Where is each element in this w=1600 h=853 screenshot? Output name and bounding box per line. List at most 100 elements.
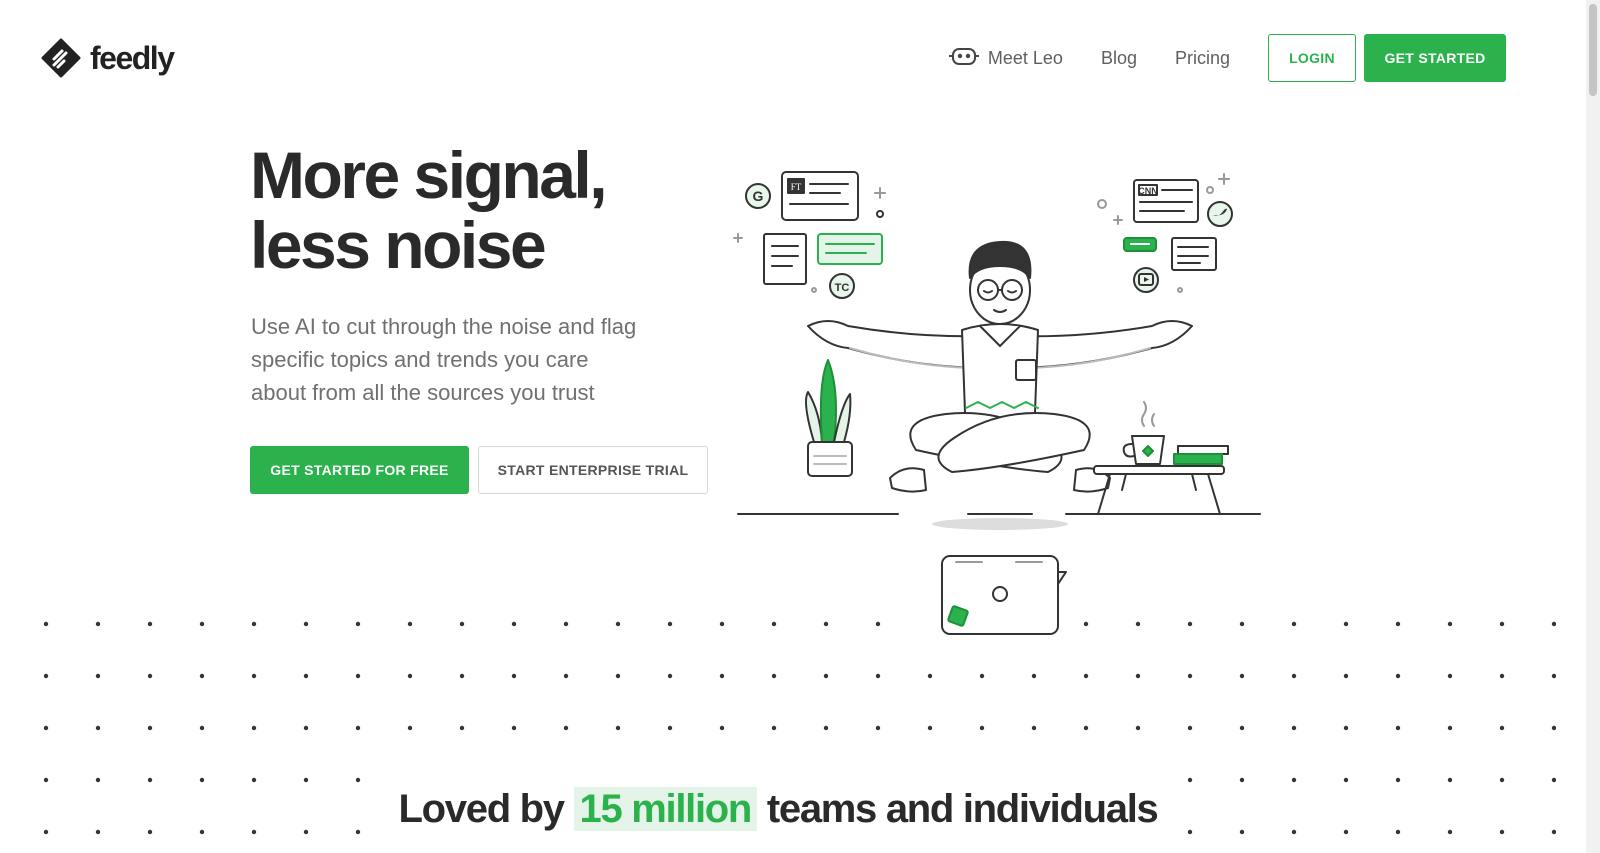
hero-subtitle-line-3: about from all the sources you trust xyxy=(251,380,595,405)
page-scrollbar[interactable] xyxy=(1586,0,1600,853)
background-dot xyxy=(1291,725,1297,731)
get-started-button[interactable]: GET STARTED xyxy=(1364,34,1506,82)
background-dot xyxy=(719,621,725,627)
background-dot xyxy=(1031,725,1037,731)
login-button[interactable]: LOGIN xyxy=(1268,34,1356,82)
svg-text:TC: TC xyxy=(835,282,850,294)
meditating-reader-illustration: G FT TC CNN xyxy=(733,171,1261,635)
hero-title: More signal, less noise xyxy=(250,140,608,280)
background-dot xyxy=(95,777,101,783)
background-dot xyxy=(1395,673,1401,679)
background-dot xyxy=(667,673,673,679)
background-dot xyxy=(1187,725,1193,731)
scrollbar-thumb[interactable] xyxy=(1589,4,1597,96)
nav-meet-leo[interactable]: Meet Leo xyxy=(948,45,1063,72)
background-dot xyxy=(667,725,673,731)
background-dot xyxy=(1187,621,1193,627)
green-tag xyxy=(1123,237,1157,252)
background-dot xyxy=(199,621,205,627)
background-dot xyxy=(355,777,361,783)
background-dot xyxy=(511,673,517,679)
start-enterprise-trial-button[interactable]: START ENTERPRISE TRIAL xyxy=(478,446,708,494)
background-dot xyxy=(1343,673,1349,679)
background-dot xyxy=(823,673,829,679)
background-dot xyxy=(147,777,153,783)
background-dot xyxy=(95,621,101,627)
background-dot xyxy=(1239,725,1245,731)
background-dot xyxy=(615,621,621,627)
background-dot xyxy=(199,725,205,731)
background-dot xyxy=(251,777,257,783)
background-dot xyxy=(979,673,985,679)
background-dot xyxy=(615,725,621,731)
background-dot xyxy=(1551,725,1556,731)
background-dot xyxy=(1031,673,1037,679)
background-dot xyxy=(1551,777,1556,783)
background-dot xyxy=(1135,621,1141,627)
background-dot xyxy=(303,673,309,679)
background-dot xyxy=(1395,621,1401,627)
nav-pricing[interactable]: Pricing xyxy=(1175,48,1230,69)
background-dot xyxy=(1395,725,1401,731)
background-dot xyxy=(1135,725,1141,731)
background-dot xyxy=(511,621,517,627)
techcrunch-icon: TC xyxy=(829,273,855,299)
background-dot xyxy=(875,621,881,627)
top-nav: Meet Leo Blog Pricing LOGIN GET STARTED xyxy=(948,34,1506,82)
background-dot xyxy=(1135,673,1141,679)
background-dot xyxy=(303,725,309,731)
google-icon: G xyxy=(745,183,771,209)
ft-article-card: FT xyxy=(781,171,859,221)
background-dot xyxy=(1551,621,1556,627)
background-dot xyxy=(147,725,153,731)
background-dot xyxy=(1499,725,1505,731)
feedly-logo-icon xyxy=(41,38,81,78)
social-proof-prefix: Loved by xyxy=(398,787,565,831)
background-dot xyxy=(43,725,49,731)
background-dot xyxy=(95,725,101,731)
background-dot xyxy=(1291,621,1297,627)
hero-subtitle-line-1: Use AI to cut through the noise and flag xyxy=(251,314,637,339)
background-dot xyxy=(251,725,257,731)
background-dot xyxy=(199,777,205,783)
background-dot xyxy=(147,621,153,627)
background-dot xyxy=(1083,621,1089,627)
background-dot xyxy=(823,621,829,627)
brand-name: feedly xyxy=(90,39,175,76)
background-dot xyxy=(43,621,49,627)
background-dot xyxy=(355,621,361,627)
background-dot xyxy=(1291,777,1297,783)
background-dot xyxy=(407,725,413,731)
background-dot xyxy=(1187,673,1193,679)
background-dot xyxy=(459,725,465,731)
svg-text:FT: FT xyxy=(791,182,802,192)
feedly-logo[interactable]: feedly xyxy=(40,38,175,78)
background-dot xyxy=(771,673,777,679)
svg-text:G: G xyxy=(753,188,764,204)
social-proof-suffix: teams and individuals xyxy=(766,787,1159,831)
background-dot xyxy=(1343,621,1349,627)
background-dot xyxy=(459,621,465,627)
background-dot xyxy=(1551,673,1556,679)
background-dot xyxy=(979,725,985,731)
background-dot xyxy=(875,673,881,679)
svg-text:CNN: CNN xyxy=(1138,186,1158,196)
background-dot xyxy=(1499,621,1505,627)
potted-plant xyxy=(805,359,853,477)
background-dot xyxy=(1447,673,1453,679)
background-dot xyxy=(43,673,49,679)
page: feedly Meet Leo Blog Pricing LOGIN GET S… xyxy=(0,0,1600,853)
nav-blog[interactable]: Blog xyxy=(1101,48,1137,69)
background-dot xyxy=(1291,673,1297,679)
background-dot xyxy=(303,621,309,627)
background-dot xyxy=(1083,673,1089,679)
background-dot xyxy=(1447,777,1453,783)
small-article-card xyxy=(1171,237,1217,271)
background-dot xyxy=(667,621,673,627)
note-card xyxy=(763,233,807,285)
background-dot xyxy=(1499,777,1505,783)
get-started-free-button[interactable]: GET STARTED FOR FREE xyxy=(250,446,469,494)
background-dot xyxy=(407,673,413,679)
background-dot xyxy=(563,725,569,731)
background-dot xyxy=(563,621,569,627)
